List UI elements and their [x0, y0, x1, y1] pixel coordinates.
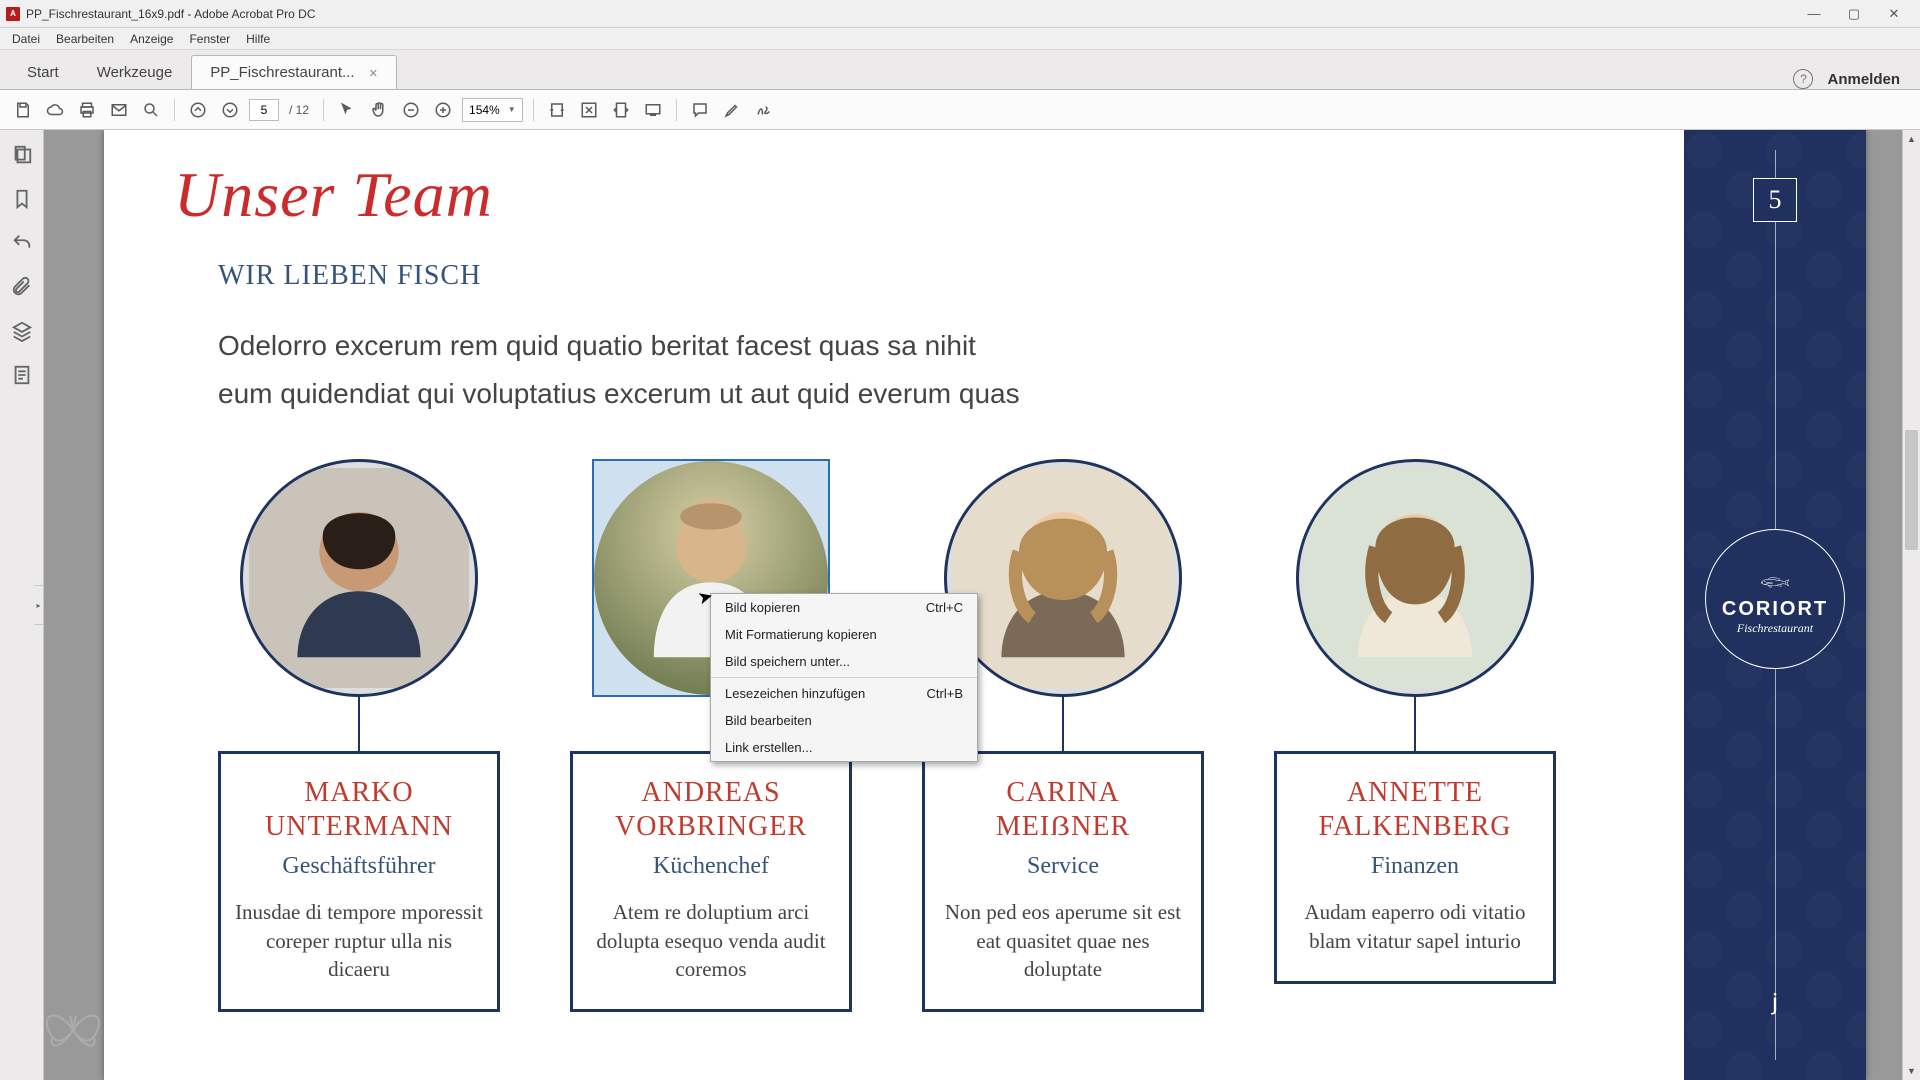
ctx-edit-image[interactable]: Bild bearbeiten: [711, 707, 977, 734]
member-desc: Inusdae di tempore mporessit coreper rup…: [235, 898, 483, 983]
toolbar: / 12 154%▼: [0, 90, 1920, 130]
member-role: Geschäftsführer: [235, 853, 483, 880]
menu-edit[interactable]: Bearbeiten: [48, 30, 122, 48]
team-member: ANDREAS VORBRINGER Küchenchef Atem re do…: [570, 459, 852, 1012]
fit-page-icon[interactable]: [576, 97, 602, 123]
page-down-icon[interactable]: [217, 97, 243, 123]
page-total-label: / 12: [285, 103, 313, 117]
member-name: MARKO UNTERMANN: [235, 776, 483, 843]
document-area[interactable]: 5 𓆟 CORIORT Fischrestaurant ⱼ Unser Team…: [44, 130, 1920, 1080]
window-title: PP_Fischrestaurant_16x9.pdf - Adobe Acro…: [26, 7, 316, 21]
mail-icon[interactable]: [106, 97, 132, 123]
vertical-scrollbar[interactable]: ▲ ▼: [1902, 130, 1920, 1080]
tab-document-label: PP_Fischrestaurant...: [210, 64, 354, 81]
team-row: MARKO UNTERMANN Geschäftsführer Inusdae …: [218, 459, 1866, 1012]
print-icon[interactable]: [74, 97, 100, 123]
comment-icon[interactable]: [687, 97, 713, 123]
member-role: Service: [939, 853, 1187, 880]
page-subheading: WIR LIEBEN FISCH: [218, 260, 1866, 292]
ctx-copy-image[interactable]: Bild kopierenCtrl+C: [711, 594, 977, 621]
sign-icon[interactable]: [751, 97, 777, 123]
workspace: ▸ 5 𓆟 CORIORT Fischrestaurant ⱼ Unser Te…: [0, 130, 1920, 1080]
chevron-down-icon: ▼: [508, 105, 516, 114]
zoom-out-icon[interactable]: [398, 97, 424, 123]
thumbnails-icon[interactable]: [11, 144, 33, 166]
member-card: ANDREAS VORBRINGER Küchenchef Atem re do…: [570, 751, 852, 1012]
portrait[interactable]: [240, 459, 478, 697]
scroll-mode-icon[interactable]: [608, 97, 634, 123]
fit-width-icon[interactable]: [544, 97, 570, 123]
highlight-icon[interactable]: [719, 97, 745, 123]
member-desc: Audam eaperro odi vitatio blam vitatur s…: [1291, 898, 1539, 955]
tab-document[interactable]: PP_Fischrestaurant... ✕: [191, 55, 397, 89]
member-card: ANNETTE FALKENBERG Finanzen Audam eaperr…: [1274, 751, 1556, 984]
ctx-add-bookmark[interactable]: Lesezeichen hinzufügenCtrl+B: [711, 680, 977, 707]
pdf-page: 5 𓆟 CORIORT Fischrestaurant ⱼ Unser Team…: [104, 130, 1866, 1080]
save-icon[interactable]: [10, 97, 36, 123]
undo-icon[interactable]: [11, 232, 33, 254]
zoom-select[interactable]: 154%▼: [462, 98, 523, 122]
help-icon[interactable]: ?: [1793, 69, 1813, 89]
page-up-icon[interactable]: [185, 97, 211, 123]
layers-icon[interactable]: [11, 320, 33, 342]
select-tool-icon[interactable]: [334, 97, 360, 123]
portrait[interactable]: [944, 459, 1182, 697]
titlebar: A PP_Fischrestaurant_16x9.pdf - Adobe Ac…: [0, 0, 1920, 28]
portrait[interactable]: [1296, 459, 1534, 697]
member-name: ANNETTE FALKENBERG: [1291, 776, 1539, 843]
ctx-copy-formatted[interactable]: Mit Formatierung kopieren: [711, 621, 977, 648]
team-member: MARKO UNTERMANN Geschäftsführer Inusdae …: [218, 459, 500, 1012]
team-member: ANNETTE FALKENBERG Finanzen Audam eaperr…: [1274, 459, 1556, 1012]
tabbar: Start Werkzeuge PP_Fischrestaurant... ✕ …: [0, 50, 1920, 90]
zoom-in-icon[interactable]: [430, 97, 456, 123]
ctx-save-image[interactable]: Bild speichern unter...: [711, 648, 977, 675]
menubar: Datei Bearbeiten Anzeige Fenster Hilfe: [0, 28, 1920, 50]
page-number-input[interactable]: [249, 99, 279, 121]
member-card: CARINA MEIẞNER Service Non ped eos aperu…: [922, 751, 1204, 1012]
menu-window[interactable]: Fenster: [181, 30, 238, 48]
member-role: Finanzen: [1291, 853, 1539, 880]
tab-close-icon[interactable]: ✕: [369, 68, 378, 80]
rail-expand-icon[interactable]: ▸: [34, 585, 44, 625]
member-name: ANDREAS VORBRINGER: [587, 776, 835, 843]
pdf-app-icon: A: [6, 7, 20, 21]
minimize-button[interactable]: —: [1794, 4, 1834, 24]
body-text: Odelorro excerum rem quid quatio beritat…: [218, 322, 1866, 417]
login-link[interactable]: Anmelden: [1827, 71, 1900, 88]
member-desc: Non ped eos aperume sit est eat quasitet…: [939, 898, 1187, 983]
page-heading: Unser Team: [174, 158, 1866, 232]
ctx-create-link[interactable]: Link erstellen...: [711, 734, 977, 761]
member-role: Küchenchef: [587, 853, 835, 880]
context-menu: Bild kopierenCtrl+C Mit Formatierung kop…: [710, 593, 978, 762]
menu-view[interactable]: Anzeige: [122, 30, 181, 48]
nav-rail: ▸: [0, 130, 44, 1080]
tab-tools[interactable]: Werkzeuge: [78, 55, 192, 89]
close-window-button[interactable]: ✕: [1874, 4, 1914, 24]
butterfly-watermark-icon: [38, 995, 108, 1070]
scroll-up-icon[interactable]: ▲: [1903, 130, 1920, 148]
bookmarks-icon[interactable]: [11, 188, 33, 210]
member-name: CARINA MEIẞNER: [939, 776, 1187, 843]
member-card: MARKO UNTERMANN Geschäftsführer Inusdae …: [218, 751, 500, 1012]
member-desc: Atem re doluptium arci dolupta esequo ve…: [587, 898, 835, 983]
tab-start[interactable]: Start: [8, 55, 78, 89]
hand-tool-icon[interactable]: [366, 97, 392, 123]
maximize-button[interactable]: ▢: [1834, 4, 1874, 24]
scroll-down-icon[interactable]: ▼: [1903, 1062, 1920, 1080]
articles-icon[interactable]: [11, 364, 33, 386]
read-mode-icon[interactable]: [640, 97, 666, 123]
menu-file[interactable]: Datei: [4, 30, 48, 48]
scroll-thumb[interactable]: [1905, 430, 1918, 550]
search-icon[interactable]: [138, 97, 164, 123]
cloud-icon[interactable]: [42, 97, 68, 123]
menu-help[interactable]: Hilfe: [238, 30, 278, 48]
attachments-icon[interactable]: [11, 276, 33, 298]
